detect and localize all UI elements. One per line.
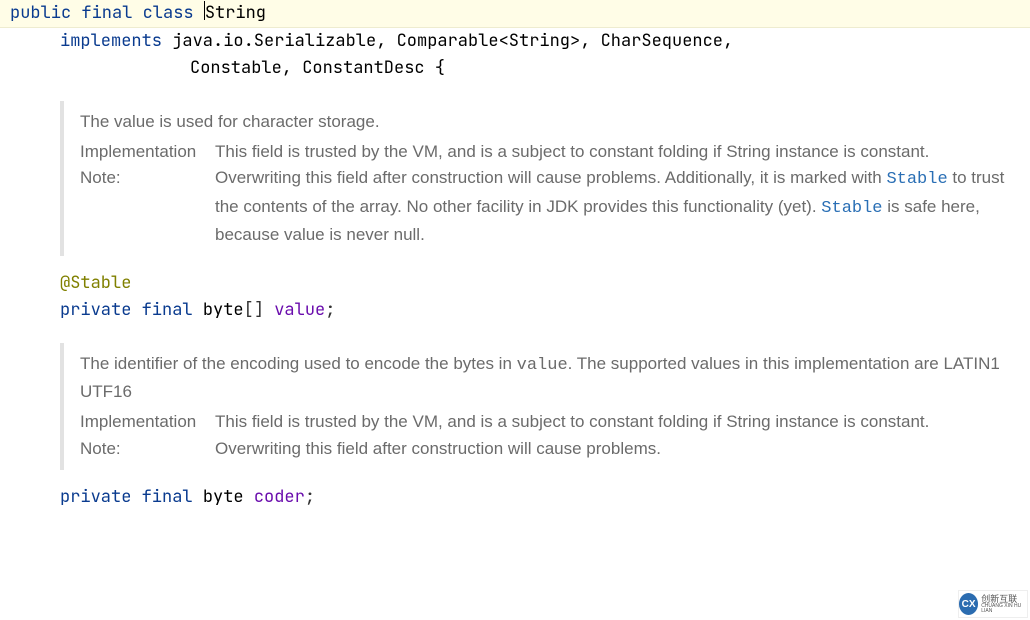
javadoc-summary: The value is used for character storage.: [80, 109, 1006, 135]
keyword-private: private: [60, 299, 131, 321]
javadoc-impl-note-label: Implementation Note:: [80, 409, 215, 462]
field-name-value: value: [274, 299, 325, 321]
code-line-implements[interactable]: implements java.io.Serializable, Compara…: [0, 28, 1030, 55]
keyword-final: final: [81, 2, 132, 24]
watermark-circle: CX: [959, 593, 978, 615]
keyword-final: final: [142, 299, 193, 321]
javadoc-text-a: The identifier of the encoding used to e…: [80, 354, 517, 373]
code-line-annotation[interactable]: @Stable: [0, 270, 1030, 297]
annotation-stable: @Stable: [60, 272, 131, 294]
code-line-field-value[interactable]: private final byte[] value;: [0, 297, 1030, 324]
keyword-public: public: [10, 2, 71, 24]
javadoc-summary: The identifier of the encoding used to e…: [80, 351, 1006, 406]
javadoc-text-a: This field is trusted by the VM, and is …: [215, 142, 929, 187]
type-byte: byte: [203, 299, 244, 321]
javadoc-code-stable-2: Stable: [821, 199, 882, 218]
semicolon: ;: [325, 299, 335, 321]
brackets: []: [244, 299, 264, 321]
javadoc-impl-note-label: Implementation Note:: [80, 139, 215, 248]
class-name: String: [205, 2, 266, 24]
keyword-implements: implements: [60, 30, 162, 52]
watermark-logo: CX 创新互联 CHUANG XIN HU LIAN: [958, 590, 1028, 618]
watermark-text-en: CHUANG XIN HU LIAN: [981, 604, 1027, 614]
javadoc-block-value: The value is used for character storage.…: [60, 101, 1020, 257]
code-line-field-coder[interactable]: private final byte coder;: [0, 484, 1030, 511]
type-byte: byte: [203, 486, 244, 508]
keyword-final: final: [142, 486, 193, 508]
semicolon: ;: [305, 486, 315, 508]
javadoc-impl-note-text: This field is trusted by the VM, and is …: [215, 409, 1006, 462]
keyword-class: class: [143, 2, 194, 24]
javadoc-impl-note-text: This field is trusted by the VM, and is …: [215, 139, 1006, 248]
implements-list-2: Constable, ConstantDesc {: [190, 57, 445, 79]
javadoc-block-coder: The identifier of the encoding used to e…: [60, 343, 1020, 470]
javadoc-code-stable-1: Stable: [886, 170, 947, 189]
javadoc-code-value: value: [517, 356, 568, 375]
code-line-implements-cont[interactable]: Constable, ConstantDesc {: [0, 55, 1030, 82]
field-name-coder: coder: [254, 486, 305, 508]
keyword-private: private: [60, 486, 131, 508]
code-line-class-decl[interactable]: public final class String: [0, 0, 1030, 28]
implements-list-1: java.io.Serializable, Comparable<String>…: [162, 30, 733, 52]
